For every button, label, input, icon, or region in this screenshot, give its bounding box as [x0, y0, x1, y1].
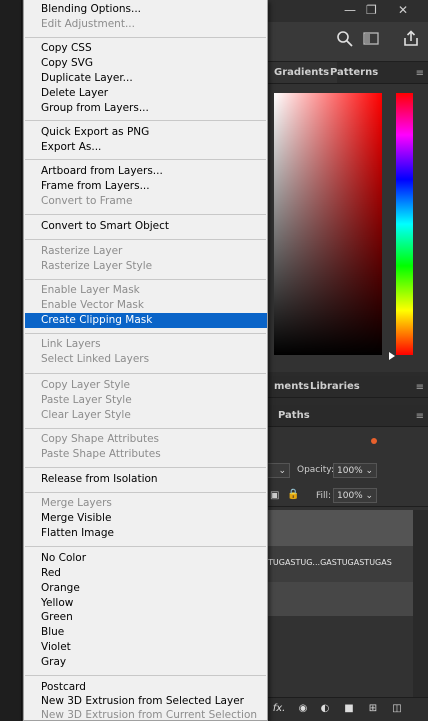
menu-item-copy-shape-attributes[interactable]: Copy Shape Attributes	[24, 432, 267, 447]
menu-item-paste-layer-style[interactable]: Paste Layer Style	[24, 393, 267, 408]
layer-row[interactable]: TUGASTUG...GASTUGASTUGAS	[266, 546, 413, 582]
folder-icon[interactable]: ■	[342, 702, 356, 716]
adjustment-layer-icon[interactable]: ◐	[318, 702, 332, 716]
menu-item-color-green[interactable]: Green	[24, 610, 267, 625]
fx-icon[interactable]: fx.	[272, 702, 286, 716]
menu-item-color-yellow[interactable]: Yellow	[24, 596, 267, 611]
menu-item-copy-css[interactable]: Copy CSS	[24, 41, 267, 56]
menu-item-release-from-isolation[interactable]: Release from Isolation	[24, 472, 267, 487]
menu-item-enable-layer-mask[interactable]: Enable Layer Mask	[24, 283, 267, 298]
canvas-edge	[0, 0, 22, 721]
menu-item-convert-smart-object[interactable]: Convert to Smart Object	[24, 219, 267, 234]
color-picker-field[interactable]	[274, 93, 382, 355]
menu-item-delete-layer[interactable]: Delete Layer	[24, 86, 267, 101]
menu-item-export-as[interactable]: Export As...	[24, 140, 267, 155]
trash-icon[interactable]: ◫	[390, 702, 404, 716]
menu-item-color-none[interactable]: No Color	[24, 551, 267, 566]
opacity-field[interactable]: 100% ⌄	[333, 463, 377, 478]
layer-row[interactable]	[266, 510, 413, 546]
lock-all-icon[interactable]: ▣	[270, 490, 279, 501]
new-layer-icon[interactable]: ⊞	[366, 702, 380, 716]
panel-menu-icon[interactable]: ≡	[416, 382, 424, 393]
filter-toggle-icon[interactable]	[371, 438, 377, 444]
restore-icon[interactable]: ❐	[366, 3, 377, 17]
menu-separator	[25, 239, 266, 240]
layers-footer: fx. ◉ ◐ ■ ⊞ ◫	[266, 697, 428, 721]
options-bar	[266, 22, 428, 62]
menu-item-color-blue[interactable]: Blue	[24, 625, 267, 640]
menu-item-merge-visible[interactable]: Merge Visible	[24, 511, 267, 526]
menu-item-color-orange[interactable]: Orange	[24, 581, 267, 596]
menu-item-frame-from-layers[interactable]: Frame from Layers...	[24, 179, 267, 194]
menu-item-copy-layer-style[interactable]: Copy Layer Style	[24, 378, 267, 393]
menu-separator	[25, 159, 266, 160]
menu-item-rasterize-layer-style[interactable]: Rasterize Layer Style	[24, 259, 267, 274]
layer-context-menu: Blending Options... Edit Adjustment... C…	[23, 0, 268, 721]
menu-separator	[25, 675, 266, 676]
menu-item-edit-adjustment[interactable]: Edit Adjustment...	[24, 17, 267, 32]
layer-name[interactable]: TUGASTUG...GASTUGASTUGAS	[268, 558, 392, 567]
tab-libraries[interactable]: Libraries	[302, 376, 368, 397]
menu-item-color-red[interactable]: Red	[24, 566, 267, 581]
opacity-label: Opacity:	[297, 465, 334, 475]
layers-scrollbar[interactable]	[413, 510, 428, 697]
tab-paths[interactable]: Paths	[270, 405, 318, 426]
menu-item-flatten-image[interactable]: Flatten Image	[24, 526, 267, 541]
menu-item-blending-options[interactable]: Blending Options...	[24, 2, 267, 17]
menu-item-clear-layer-style[interactable]: Clear Layer Style	[24, 408, 267, 423]
menu-item-paste-shape-attributes[interactable]: Paste Shape Attributes	[24, 447, 267, 462]
hue-marker-icon[interactable]	[389, 352, 395, 360]
menu-item-enable-vector-mask[interactable]: Enable Vector Mask	[24, 298, 267, 313]
menu-separator	[25, 467, 266, 468]
hue-slider[interactable]	[396, 93, 413, 355]
menu-item-3d-extrusion-selected-layer[interactable]: New 3D Extrusion from Selected Layer	[24, 694, 267, 709]
lock-icon[interactable]: 🔒	[287, 489, 299, 500]
window-titlebar: — ❐ ✕	[266, 0, 428, 22]
add-mask-icon[interactable]: ◉	[296, 702, 310, 716]
layers-panel-tabs: Paths ≡	[266, 405, 428, 427]
menu-item-select-linked-layers[interactable]: Select Linked Layers	[24, 352, 267, 367]
menu-separator	[25, 37, 266, 38]
menu-item-color-violet[interactable]: Violet	[24, 640, 267, 655]
panel-menu-icon[interactable]: ≡	[416, 411, 424, 422]
close-icon[interactable]: ✕	[398, 3, 408, 17]
menu-item-postcard[interactable]: Postcard	[24, 680, 267, 695]
layer-row[interactable]	[266, 582, 413, 616]
menu-item-rasterize-layer[interactable]: Rasterize Layer	[24, 244, 267, 259]
fill-label: Fill:	[316, 491, 332, 501]
menu-separator	[25, 428, 266, 429]
menu-item-convert-to-frame[interactable]: Convert to Frame	[24, 194, 267, 209]
menu-separator	[25, 546, 266, 547]
fill-field[interactable]: 100% ⌄	[333, 488, 377, 503]
minimize-icon[interactable]: —	[344, 3, 356, 17]
divider	[266, 506, 428, 507]
search-icon[interactable]	[336, 30, 358, 52]
menu-item-3d-extrusion-current-selection[interactable]: New 3D Extrusion from Current Selection	[24, 708, 267, 720]
menu-item-merge-layers[interactable]: Merge Layers	[24, 496, 267, 511]
tab-patterns[interactable]: Patterns	[322, 62, 386, 83]
menu-item-duplicate-layer[interactable]: Duplicate Layer...	[24, 71, 267, 86]
menu-separator	[25, 214, 266, 215]
menu-separator	[25, 120, 266, 121]
menu-item-group-from-layers[interactable]: Group from Layers...	[24, 101, 267, 116]
menu-separator	[25, 333, 266, 334]
menu-separator	[25, 373, 266, 374]
libraries-panel-tabs: ments Libraries ≡	[266, 376, 428, 398]
menu-separator	[25, 492, 266, 493]
share-icon[interactable]	[402, 30, 424, 52]
menu-item-artboard-from-layers[interactable]: Artboard from Layers...	[24, 164, 267, 179]
menu-item-create-clipping-mask[interactable]: Create Clipping Mask	[25, 313, 267, 328]
color-panel-tabs: Gradients Patterns ≡	[266, 62, 428, 84]
blend-mode-select[interactable]: ⌄	[266, 463, 290, 478]
menu-item-copy-svg[interactable]: Copy SVG	[24, 56, 267, 71]
panel-menu-icon[interactable]: ≡	[416, 68, 424, 79]
menu-separator	[25, 279, 266, 280]
menu-item-link-layers[interactable]: Link Layers	[24, 337, 267, 352]
workspace-icon[interactable]	[362, 30, 384, 52]
menu-item-quick-export-png[interactable]: Quick Export as PNG	[24, 125, 267, 140]
menu-item-color-gray[interactable]: Gray	[24, 655, 267, 670]
